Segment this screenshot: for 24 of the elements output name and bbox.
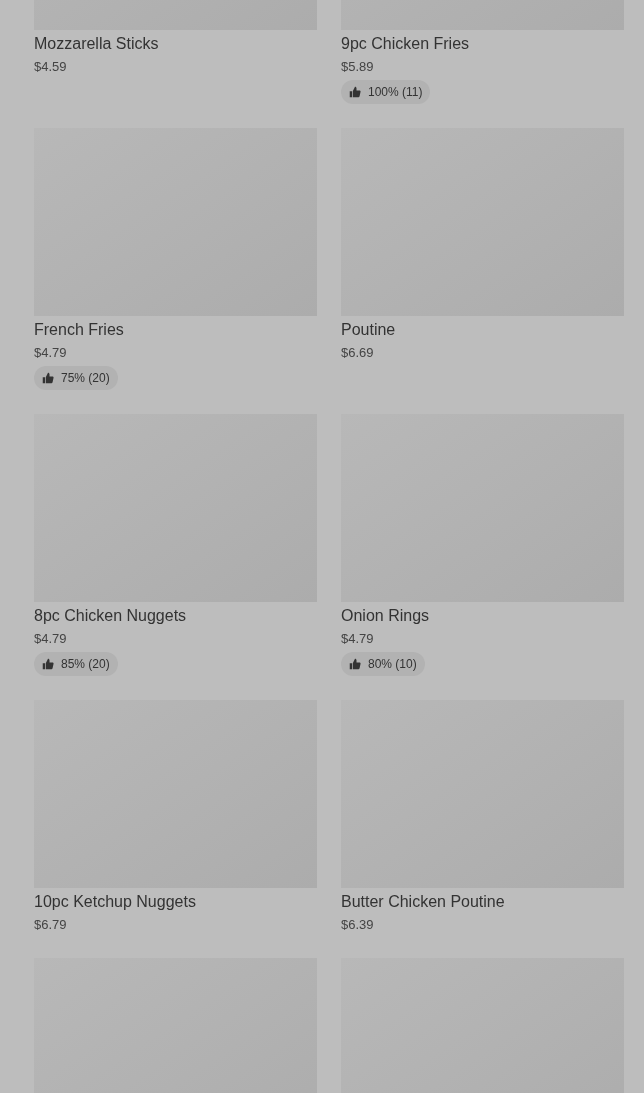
rating-text: 100% (11): [368, 84, 423, 101]
item-name: Butter Chicken Poutine: [341, 892, 505, 912]
item-name: French Fries: [34, 320, 124, 340]
rating-text: 80% (10): [368, 656, 417, 673]
item-price: $6.79: [34, 916, 67, 934]
item-name: 10pc Ketchup Nuggets: [34, 892, 196, 912]
item-price: $6.69: [341, 344, 374, 362]
item-price: $4.79: [34, 630, 67, 648]
rating-text: 75% (20): [61, 370, 110, 387]
thumbs-up-icon: [42, 372, 54, 384]
item-price: $4.79: [341, 630, 374, 648]
item-price: $4.59: [34, 58, 67, 76]
item-price: $6.39: [341, 916, 374, 934]
item-name: 8pc Chicken Nuggets: [34, 606, 187, 626]
item-price: $4.79: [34, 344, 67, 362]
item-name: 9pc Chicken Fries: [341, 34, 470, 54]
rating-text: 85% (20): [61, 656, 110, 673]
thumbs-up-icon: [42, 658, 54, 670]
item-name: Mozzarella Sticks: [34, 34, 159, 54]
thumbs-up-icon: [349, 658, 361, 670]
item-name: Onion Rings: [341, 606, 430, 626]
item-price: $5.89: [341, 58, 374, 76]
thumbs-up-icon: [349, 86, 361, 98]
item-name: Poutine: [341, 320, 396, 340]
